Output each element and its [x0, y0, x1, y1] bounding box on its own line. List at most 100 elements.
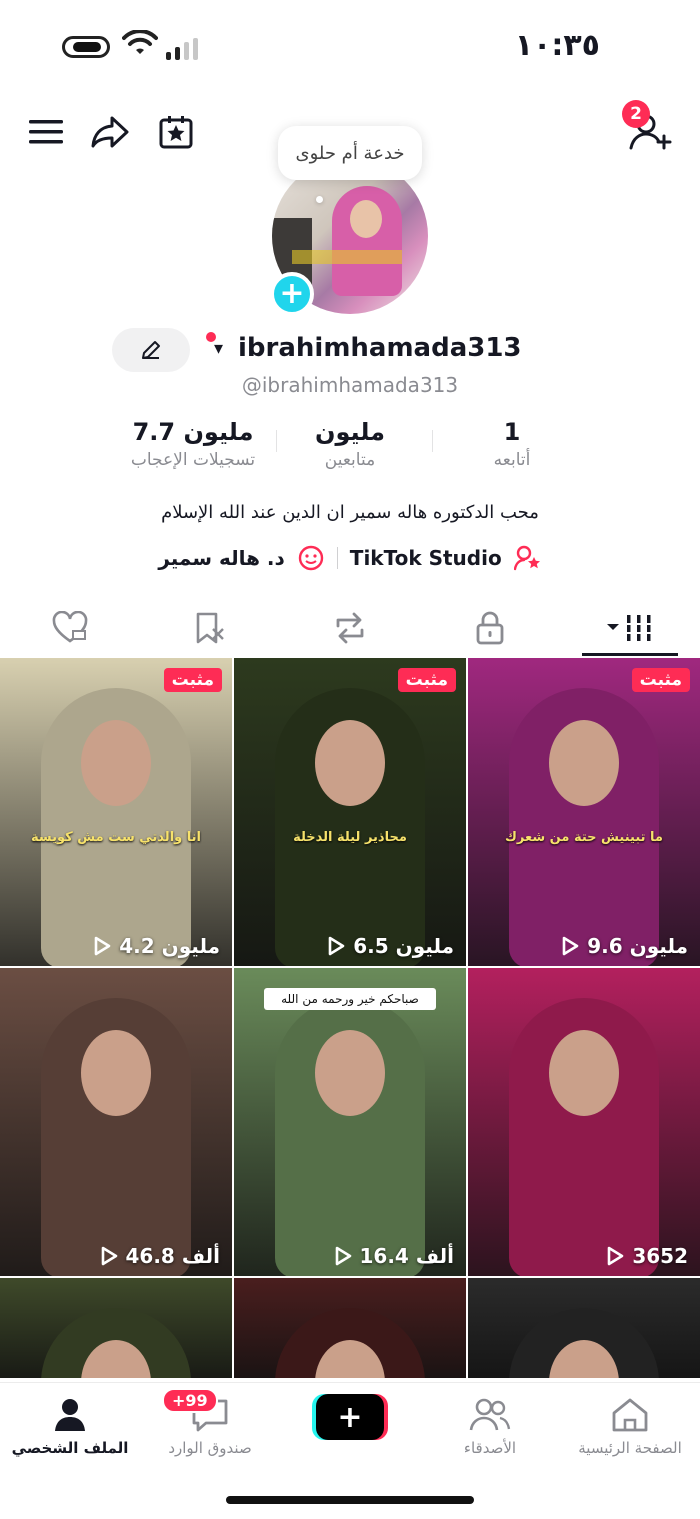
view-count: 9.6 مليون: [561, 934, 688, 958]
repost-icon: [336, 612, 364, 644]
signal-icon: [166, 38, 198, 60]
view-count-text: 3652: [632, 1244, 688, 1268]
followers-label: متابعين: [324, 450, 376, 470]
thumbnail-face: [315, 720, 385, 806]
story-bubble[interactable]: خدعة أم حلوى: [278, 126, 422, 180]
tab-private[interactable]: [420, 600, 560, 656]
edit-profile-button[interactable]: [112, 328, 190, 372]
followers-count: مليون: [315, 418, 385, 446]
video-thumbnail[interactable]: [234, 1278, 466, 1378]
video-thumbnail[interactable]: محاذير ليلة الدخلة مثبت 6.5 مليون: [234, 658, 466, 966]
nav-inbox-label: صندوق الوارد: [168, 1439, 252, 1457]
view-count: 16.4 ألف: [334, 1244, 455, 1268]
play-icon: [608, 1246, 624, 1266]
user-handle: @ibrahimhamada313: [241, 373, 459, 397]
profile-links: TikTok Studio د. هاله سمير: [0, 544, 700, 572]
tiktok-studio-link[interactable]: TikTok Studio: [350, 546, 502, 570]
nav-friends-label: الأصدقاء: [463, 1439, 517, 1457]
thumbnail-caption: محاذير ليلة الدخلة: [293, 830, 407, 845]
tab-reposts[interactable]: [280, 600, 420, 656]
stat-divider: [276, 430, 277, 452]
nav-friends[interactable]: الأصدقاء: [420, 1397, 560, 1457]
pinned-badge: مثبت: [631, 668, 690, 692]
links-divider: [336, 547, 338, 569]
share-icon: [91, 116, 129, 148]
play-icon: [328, 936, 345, 956]
tab-videos[interactable]: [560, 600, 700, 656]
friends-icon: [469, 1398, 511, 1431]
creator-calendar-button[interactable]: [156, 112, 196, 152]
view-count: 4.2 مليون: [93, 934, 220, 958]
play-icon: [335, 1246, 351, 1266]
inbox-badge: +99: [162, 1388, 218, 1413]
create-video-button[interactable]: +: [316, 1394, 384, 1440]
bookmark-icon: [196, 612, 224, 644]
view-count-text: 46.8 ألف: [125, 1244, 221, 1268]
nav-home[interactable]: الصفحة الرئيسية: [560, 1397, 700, 1457]
thumbnail-face: [81, 1030, 151, 1116]
likes-count: 7.7 مليون: [132, 418, 254, 446]
profile-tabs: [0, 600, 700, 656]
video-thumbnail[interactable]: انا والدتي ست مش كويسة مثبت 4.2 مليون: [0, 658, 232, 966]
friend-requests-badge: 2: [622, 100, 650, 128]
followers-stat[interactable]: مليون متابعين: [290, 418, 410, 470]
battery-icon: [62, 36, 110, 58]
likes-stat[interactable]: 7.7 مليون تسجيلات الإعجاب: [118, 418, 268, 470]
pencil-icon: [142, 341, 160, 359]
home-icon: [612, 1398, 648, 1432]
likes-label: تسجيلات الإعجاب: [130, 450, 256, 470]
add-story-button[interactable]: +: [270, 272, 314, 316]
video-grid: انا والدتي ست مش كويسة مثبت 4.2 مليون محاذي…: [0, 658, 700, 1378]
liked-hidden-icon: [52, 611, 88, 643]
menu-button[interactable]: [26, 112, 66, 152]
share-profile-button[interactable]: [88, 112, 132, 152]
view-count: 46.8 ألف: [100, 1244, 221, 1268]
creator-star-icon: [513, 545, 540, 571]
thumbnail-face: [549, 720, 619, 806]
linked-account-link[interactable]: د. هاله سمير: [158, 546, 284, 570]
pinned-badge: مثبت: [163, 668, 222, 692]
view-count: 3652: [606, 1244, 688, 1268]
view-count: 6.5 مليون: [327, 934, 454, 958]
wifi-icon: [122, 30, 158, 54]
following-stat[interactable]: 1 أتابعه: [462, 418, 562, 470]
video-thumbnail[interactable]: 3652: [468, 968, 700, 1276]
following-label: أتابعه: [493, 450, 531, 470]
bubble-tail: [316, 196, 323, 203]
username[interactable]: ibrahimhamada313: [238, 333, 522, 363]
thumbnail-caption: ما تبينيش حتة من شعرك: [505, 830, 663, 845]
play-icon: [94, 936, 111, 956]
view-count-text: 4.2 مليون: [119, 934, 220, 958]
stat-divider: [432, 430, 433, 452]
plus-icon: +: [337, 1399, 363, 1435]
view-count-text: 9.6 مليون: [587, 934, 688, 958]
thumbnail-face: [549, 1030, 619, 1116]
grid-icon: [607, 615, 651, 641]
video-thumbnail[interactable]: [468, 1278, 700, 1378]
video-thumbnail[interactable]: 46.8 ألف: [0, 968, 232, 1276]
nav-home-label: الصفحة الرئيسية: [578, 1439, 682, 1457]
tab-liked[interactable]: [0, 600, 140, 656]
view-count-text: 6.5 مليون: [353, 934, 454, 958]
nav-profile[interactable]: الملف الشخصي: [0, 1397, 140, 1457]
linked-profile-icon: [298, 545, 323, 571]
calendar-star-icon: [159, 116, 193, 149]
account-switch-chevron-icon[interactable]: ▾: [214, 338, 223, 359]
hamburger-icon: [29, 120, 63, 144]
play-icon: [562, 936, 579, 956]
video-thumbnail[interactable]: صباحكم خير ورحمه من الله 16.4 ألف: [234, 968, 466, 1276]
status-time: ١٠:٣٥: [514, 28, 600, 63]
thumbnail-face: [315, 1030, 385, 1116]
home-indicator[interactable]: [226, 1496, 474, 1504]
tab-favorites[interactable]: [140, 600, 280, 656]
thumbnail-top-text: صباحكم خير ورحمه من الله: [264, 988, 436, 1010]
play-icon: [101, 1246, 117, 1266]
video-thumbnail[interactable]: ما تبينيش حتة من شعرك مثبت 9.6 مليون: [468, 658, 700, 966]
video-thumbnail[interactable]: [0, 1278, 232, 1378]
thumbnail-face: [81, 720, 151, 806]
lock-icon: [476, 611, 504, 645]
profile-bio: محب الدكتوره هاله سمير ان الدين عند الله…: [161, 502, 539, 523]
view-count-text: 16.4 ألف: [359, 1244, 455, 1268]
profile-icon: [55, 1399, 85, 1431]
following-count: 1: [503, 418, 521, 446]
